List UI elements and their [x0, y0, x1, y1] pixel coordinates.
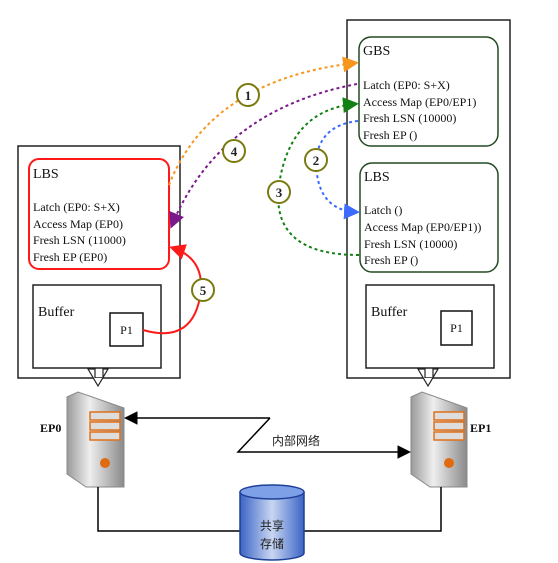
architecture-diagram: LBS Latch (EP0: S+X) Access Map (EP0) Fr…: [17, 19, 511, 561]
left-lbs-latch: Latch (EP0: S+X): [33, 200, 120, 214]
right-buffer-title: Buffer: [371, 305, 408, 320]
right-node: GBS Latch (EP0: S+X) Access Map (EP0/EP1…: [346, 19, 511, 379]
left-lbs-fresh-ep: Fresh EP (EP0): [33, 250, 107, 264]
ep1-label: EP1: [470, 421, 491, 435]
right-lbs-fresh-lsn: Fresh LSN (10000): [364, 237, 457, 251]
gbs-access-map: Access Map (EP0/EP1): [363, 95, 476, 109]
network-link-right: [236, 417, 411, 459]
left-node: LBS Latch (EP0: S+X) Access Map (EP0) Fr…: [17, 145, 181, 379]
step-badge-3: 3: [267, 180, 291, 204]
right-lbs-latch: Latch (): [364, 203, 402, 217]
step4-arrow: [169, 83, 358, 229]
svg-text:1: 1: [245, 88, 252, 103]
right-buffer-box: [365, 284, 495, 369]
right-lbs-fresh-ep: Fresh EP (): [364, 253, 418, 267]
right-lbs-access-map: Access Map (EP0/EP1)): [364, 220, 481, 234]
left-buffer-title: Buffer: [38, 305, 75, 320]
svg-text:3: 3: [276, 185, 283, 200]
svg-text:2: 2: [313, 153, 320, 168]
svg-text:4: 4: [231, 144, 238, 159]
step-badge-4: 4: [222, 139, 246, 163]
step-badge-5: 5: [191, 278, 215, 302]
gbs-fresh-lsn: Fresh LSN (10000): [363, 111, 456, 125]
gbs-latch: Latch (EP0: S+X): [363, 78, 450, 92]
storage-label-line2: 存储: [260, 536, 284, 551]
server-ep1-icon: [410, 391, 468, 488]
left-lbs-title: LBS: [33, 167, 59, 182]
left-lbs-fresh-lsn: Fresh LSN (11000): [33, 233, 126, 247]
right-lbs-title: LBS: [364, 170, 390, 185]
storage-label-line1: 共享: [260, 518, 284, 533]
gbs-fresh-ep: Fresh EP (): [363, 128, 417, 142]
right-page-label: P1: [450, 321, 463, 335]
network-label: 内部网络: [272, 433, 320, 448]
server-ep0-icon: [66, 391, 125, 488]
svg-text:5: 5: [200, 283, 207, 298]
left-page-label: P1: [120, 323, 133, 337]
gbs-title: GBS: [363, 44, 390, 59]
step-badge-2: 2: [304, 148, 328, 172]
step1-arrow: [168, 56, 359, 186]
ep0-label: EP0: [40, 421, 61, 435]
step-badge-1: 1: [236, 83, 260, 107]
left-lbs-access-map: Access Map (EP0): [33, 217, 123, 231]
